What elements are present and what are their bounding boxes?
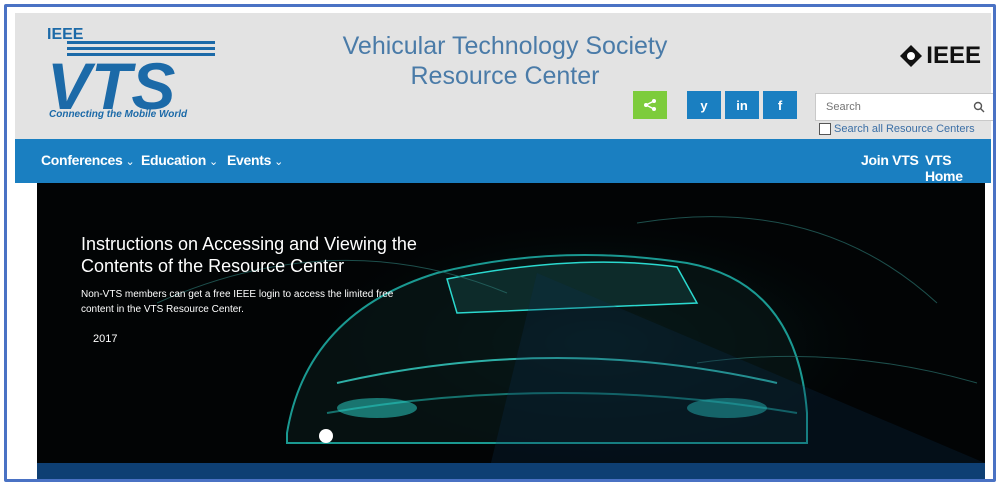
logo-tagline: Connecting the Mobile World — [49, 109, 188, 120]
search-box — [815, 93, 993, 121]
chevron-down-icon: ⌄ — [274, 156, 284, 168]
search-icon — [973, 101, 985, 113]
site-title[interactable]: Vehicular Technology Society Resource Ce… — [315, 31, 695, 91]
hero-description-line-2: content in the VTS Resource Center. — [81, 304, 244, 315]
ieee-logo-text: IEEE — [47, 26, 84, 43]
main-nav: Conferences ⌄ Education ⌄ Events ⌄ Join VTS… — [15, 139, 991, 184]
nav-education[interactable]: Education ⌄ — [141, 152, 218, 168]
search-all-label: Search all Resource Centers — [834, 123, 975, 135]
search-button[interactable] — [964, 94, 993, 120]
ieee-brand-text: IEEE — [926, 42, 981, 69]
ieee-brand-logo[interactable]: IEEE — [900, 41, 981, 71]
site-title-line-1: Vehicular Technology Society — [342, 32, 668, 60]
linkedin-icon: in — [736, 97, 748, 113]
facebook-icon: f — [777, 97, 783, 113]
twitter-icon: y — [700, 97, 708, 113]
hero-description-line-1: Non-VTS members can get a free IEEE logi… — [81, 289, 394, 300]
nav-education-label: Education — [141, 152, 206, 168]
hero-title-line-1: Instructions on Accessing and Viewing th… — [81, 234, 417, 254]
hero-title-line-2: Contents of the Resource Center — [81, 256, 345, 276]
nav-join-vts[interactable]: Join VTS — [861, 152, 919, 168]
nav-conferences[interactable]: Conferences ⌄ — [41, 152, 135, 168]
site-title-line-2: Resource Center — [410, 62, 600, 90]
carousel-dot[interactable] — [319, 429, 333, 443]
car-background-image — [37, 183, 985, 479]
share-icon — [644, 99, 656, 111]
share-button[interactable] — [633, 91, 667, 119]
search-input[interactable] — [824, 94, 968, 120]
search-all-checkbox[interactable] — [819, 123, 831, 135]
hero-description: Non-VTS members can get a free IEEE logi… — [81, 287, 441, 317]
chevron-down-icon: ⌄ — [125, 156, 135, 168]
hero-title[interactable]: Instructions on Accessing and Viewing th… — [81, 233, 481, 277]
hero-bottom-strip — [37, 463, 985, 479]
page-frame: IEEE VTS Connecting the Mobile World Veh… — [4, 4, 996, 482]
linkedin-button[interactable]: in — [725, 91, 759, 119]
nav-events[interactable]: Events ⌄ — [227, 152, 283, 168]
nav-events-label: Events — [227, 152, 272, 168]
hero-slide[interactable]: Instructions on Accessing and Viewing th… — [37, 183, 985, 479]
ieee-diamond-icon — [900, 45, 923, 67]
search-all-option[interactable]: Search all Resource Centers — [819, 123, 975, 135]
nav-conferences-label: Conferences — [41, 152, 123, 168]
twitter-button[interactable]: y — [687, 91, 721, 119]
chevron-down-icon: ⌄ — [208, 156, 218, 168]
nav-vts-home[interactable]: VTS Home — [925, 152, 991, 184]
facebook-button[interactable]: f — [763, 91, 797, 119]
hero-year: 2017 — [93, 333, 118, 345]
site-header: IEEE VTS Connecting the Mobile World Veh… — [15, 13, 993, 145]
